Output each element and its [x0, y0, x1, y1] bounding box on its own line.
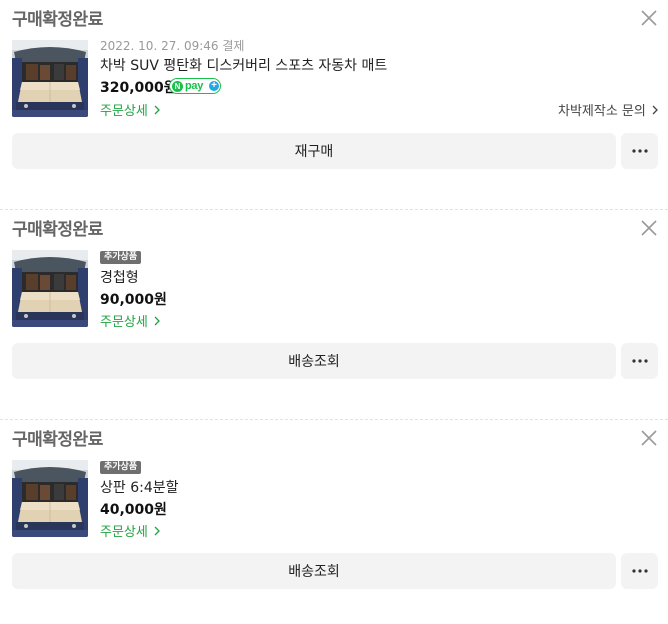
- track-delivery-button[interactable]: 배송조회: [12, 553, 616, 589]
- order-detail-label: 주문상세: [100, 315, 148, 330]
- close-icon[interactable]: [640, 9, 658, 27]
- product-price: 90,000원: [100, 292, 167, 308]
- chevron-right-icon: [154, 526, 160, 536]
- rebuy-button[interactable]: 재구매: [12, 133, 616, 169]
- order-detail-link[interactable]: 주문상세: [100, 311, 160, 330]
- chevron-right-icon: [154, 105, 160, 115]
- product-price: 320,000원: [100, 80, 177, 96]
- track-delivery-label: 배송조회: [288, 564, 340, 580]
- order-detail-label: 주문상세: [100, 525, 148, 540]
- track-delivery-label: 배송조회: [288, 354, 340, 370]
- npay-label: pay: [185, 80, 204, 92]
- seller-inquiry-label: 차박제작소 문의: [558, 104, 646, 119]
- order-card: 구매확정완료 2022. 10. 27. 09:46 결제 차박 SUV 평탄화…: [0, 0, 668, 210]
- product-thumbnail[interactable]: [12, 460, 88, 537]
- additional-product-badge: 추가상품: [100, 461, 142, 474]
- product-thumbnail[interactable]: [12, 40, 88, 117]
- order-card: 구매확정완료 추가상품 경첩형 90,000원 주문상세 배송조회: [0, 210, 668, 420]
- track-delivery-button[interactable]: 배송조회: [12, 343, 616, 379]
- chevron-right-icon: [154, 316, 160, 326]
- additional-product-badge: 추가상품: [100, 251, 142, 264]
- product-thumbnail[interactable]: [12, 250, 88, 327]
- order-status: 구매확정완료: [12, 430, 103, 450]
- order-detail-link[interactable]: 주문상세: [100, 521, 160, 540]
- product-price: 40,000원: [100, 502, 167, 518]
- product-name[interactable]: 차박 SUV 평탄화 디스커버리 스포츠 자동차 매트: [100, 55, 387, 75]
- order-status: 구매확정완료: [12, 10, 103, 30]
- more-options-button[interactable]: [621, 133, 658, 169]
- order-detail-label: 주문상세: [100, 104, 148, 119]
- order-card: 구매확정완료 추가상품 상판 6:4분할 40,000원 주문상세 배송조회: [0, 420, 668, 624]
- more-options-button[interactable]: [621, 553, 658, 589]
- more-horizontal-icon: [632, 359, 648, 363]
- rebuy-label: 재구매: [294, 144, 334, 160]
- more-options-button[interactable]: [621, 343, 658, 379]
- npay-plus-icon: +: [209, 80, 219, 91]
- more-horizontal-icon: [632, 149, 648, 153]
- order-detail-link[interactable]: 주문상세: [100, 100, 160, 119]
- npay-n-icon: N: [172, 80, 183, 92]
- product-name[interactable]: 상판 6:4분할: [100, 477, 179, 497]
- more-horizontal-icon: [632, 569, 648, 573]
- seller-inquiry-link[interactable]: 차박제작소 문의: [558, 100, 658, 119]
- product-name[interactable]: 경첩형: [100, 267, 139, 287]
- close-icon[interactable]: [640, 219, 658, 237]
- chevron-right-icon: [652, 105, 658, 115]
- order-status: 구매확정완료: [12, 220, 103, 240]
- npay-plus-badge: N pay +: [169, 78, 221, 94]
- close-icon[interactable]: [640, 429, 658, 447]
- payment-date: 2022. 10. 27. 09:46 결제: [100, 39, 245, 53]
